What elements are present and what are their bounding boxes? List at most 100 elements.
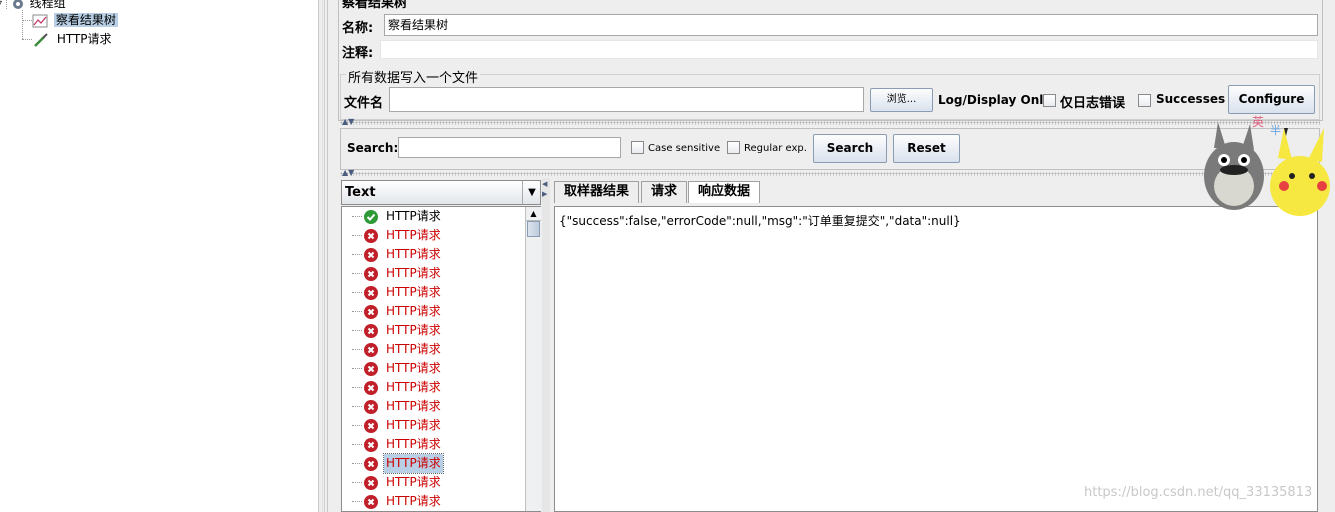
gear-icon (10, 0, 26, 11)
result-row-label: HTTP请求 (383, 453, 444, 474)
splitter-left-icon[interactable]: ◀ (542, 180, 547, 188)
tree-node-label: HTTP请求 (56, 32, 112, 46)
result-row[interactable]: HTTP请求 (342, 473, 522, 492)
error-shield-icon (364, 476, 378, 490)
tree-connector (352, 216, 362, 217)
tree-connector (352, 368, 362, 369)
results-tree-panel: 察看结果树 名称: 察看结果树 注释: 所有数据写入一个文件 文件名 浏览...… (328, 0, 1335, 512)
response-data-pane[interactable]: {"success":false,"errorCode":null,"msg":… (554, 206, 1318, 512)
errors-only-checkbox[interactable] (1043, 94, 1056, 107)
result-row[interactable]: HTTP请求 (342, 245, 522, 264)
result-row[interactable]: HTTP请求 (342, 264, 522, 283)
mascot-sticker (1200, 118, 1335, 220)
result-row[interactable]: HTTP请求 (342, 378, 522, 397)
case-sensitive-checkbox[interactable] (631, 141, 644, 154)
pipette-icon (32, 32, 50, 47)
result-row-label: HTTP请求 (386, 285, 441, 299)
success-shield-icon (364, 210, 378, 224)
panel-divider[interactable] (340, 172, 1320, 176)
error-shield-icon (364, 324, 378, 338)
panel-title: 察看结果树 (342, 0, 408, 11)
result-row-label: HTTP请求 (386, 266, 441, 280)
splitter-right-icon[interactable]: ▶ (542, 190, 547, 198)
result-row-label: HTTP请求 (386, 437, 441, 451)
result-row[interactable]: HTTP请求 (342, 340, 522, 359)
renderer-select-value: Text (345, 185, 376, 200)
tree-connector (352, 482, 362, 483)
ime-badge: 英 (1252, 115, 1265, 129)
search-label: Search: (347, 141, 399, 155)
filename-label: 文件名 (344, 96, 384, 111)
result-row[interactable]: HTTP请求 (342, 359, 522, 378)
tree-connector (352, 406, 362, 407)
name-label: 名称: (342, 21, 374, 36)
list-response-splitter[interactable]: ◀ ▶ (542, 178, 550, 512)
renderer-select[interactable]: Text ▼ (341, 180, 541, 205)
error-shield-icon (364, 457, 378, 471)
search-input[interactable] (398, 137, 621, 158)
result-row-label: HTTP请求 (386, 380, 441, 394)
tree-connector (352, 235, 362, 236)
scroll-up-icon[interactable]: ▲ (526, 207, 541, 221)
error-shield-icon (364, 248, 378, 262)
scroll-thumb[interactable] (527, 221, 540, 237)
tree-collapse-icon[interactable]: ▿ (0, 0, 6, 12)
test-plan-tree: ▿ 线程组 察看结果树 HTTP请求 (0, 0, 318, 512)
result-row-label: HTTP请求 (386, 361, 441, 375)
error-shield-icon (364, 343, 378, 357)
tree-node-http-request[interactable]: HTTP请求 (32, 30, 112, 48)
result-row[interactable]: HTTP请求 (342, 453, 522, 474)
tree-connector (352, 292, 362, 293)
result-row-label: HTTP请求 (386, 494, 441, 508)
tree-connector (352, 311, 362, 312)
error-shield-icon (364, 381, 378, 395)
tab-sampler-result[interactable]: 取样器结果 (554, 181, 640, 203)
result-row[interactable]: HTTP请求 (342, 492, 522, 511)
watermark: https://blog.csdn.net/qq_33135813 (1084, 485, 1313, 500)
result-row-label: HTTP请求 (386, 323, 441, 337)
result-row[interactable]: HTTP请求 (342, 226, 522, 245)
tree-connector (352, 349, 362, 350)
search-button[interactable]: Search (813, 134, 887, 163)
tree-connector (352, 444, 362, 445)
result-row[interactable]: HTTP请求 (342, 207, 522, 226)
tree-connector (352, 463, 362, 464)
collapse-arrows-icon[interactable]: ▲▼ (342, 168, 354, 177)
collapse-arrows-icon[interactable]: ▲▼ (342, 117, 354, 126)
comment-field[interactable] (380, 40, 1318, 59)
result-row[interactable]: HTTP请求 (342, 321, 522, 340)
tree-node-label: 察看结果树 (53, 13, 118, 27)
filename-input[interactable] (389, 87, 864, 112)
tab-response-data[interactable]: 响应数据 (688, 181, 761, 203)
tab-request[interactable]: 请求 (641, 181, 688, 203)
main-splitter[interactable] (318, 0, 328, 512)
result-row-label: HTTP请求 (386, 304, 441, 318)
browse-button[interactable]: 浏览... (870, 88, 933, 112)
case-sensitive-label: Case sensitive (648, 143, 721, 154)
result-row[interactable]: HTTP请求 (342, 435, 522, 454)
tree-connector (22, 20, 32, 21)
results-list: HTTP请求 HTTP请求 HTTP请求 HTTP请求 HTTP请求 HTTP请求 HTTP… (341, 206, 541, 512)
chevron-down-icon[interactable]: ▼ (522, 181, 541, 204)
reset-button[interactable]: Reset (893, 134, 960, 163)
result-row-label: HTTP请求 (386, 475, 441, 489)
regex-checkbox[interactable] (727, 141, 740, 154)
errors-only-label: 仅日志错误 (1060, 96, 1126, 111)
name-field[interactable]: 察看结果树 (384, 14, 1318, 36)
successes-checkbox[interactable] (1138, 94, 1151, 107)
file-section-title: 所有数据写入一个文件 (346, 67, 481, 86)
ime-badge: 半 (1270, 124, 1281, 137)
log-display-label: Log/Display Only: (938, 93, 1056, 107)
result-row[interactable]: HTTP请求 (342, 302, 522, 321)
tree-connector (352, 387, 362, 388)
configure-button[interactable]: Configure (1228, 85, 1315, 114)
tree-connector (352, 501, 362, 502)
list-scrollbar[interactable]: ▲ (525, 207, 541, 511)
tree-connector (22, 10, 23, 39)
result-row-label: HTTP请求 (386, 418, 441, 432)
panel-divider[interactable] (340, 121, 1320, 125)
result-row[interactable]: HTTP请求 (342, 397, 522, 416)
result-row[interactable]: HTTP请求 (342, 283, 522, 302)
result-row[interactable]: HTTP请求 (342, 416, 522, 435)
tree-node-results-tree[interactable]: 察看结果树 (32, 11, 118, 29)
